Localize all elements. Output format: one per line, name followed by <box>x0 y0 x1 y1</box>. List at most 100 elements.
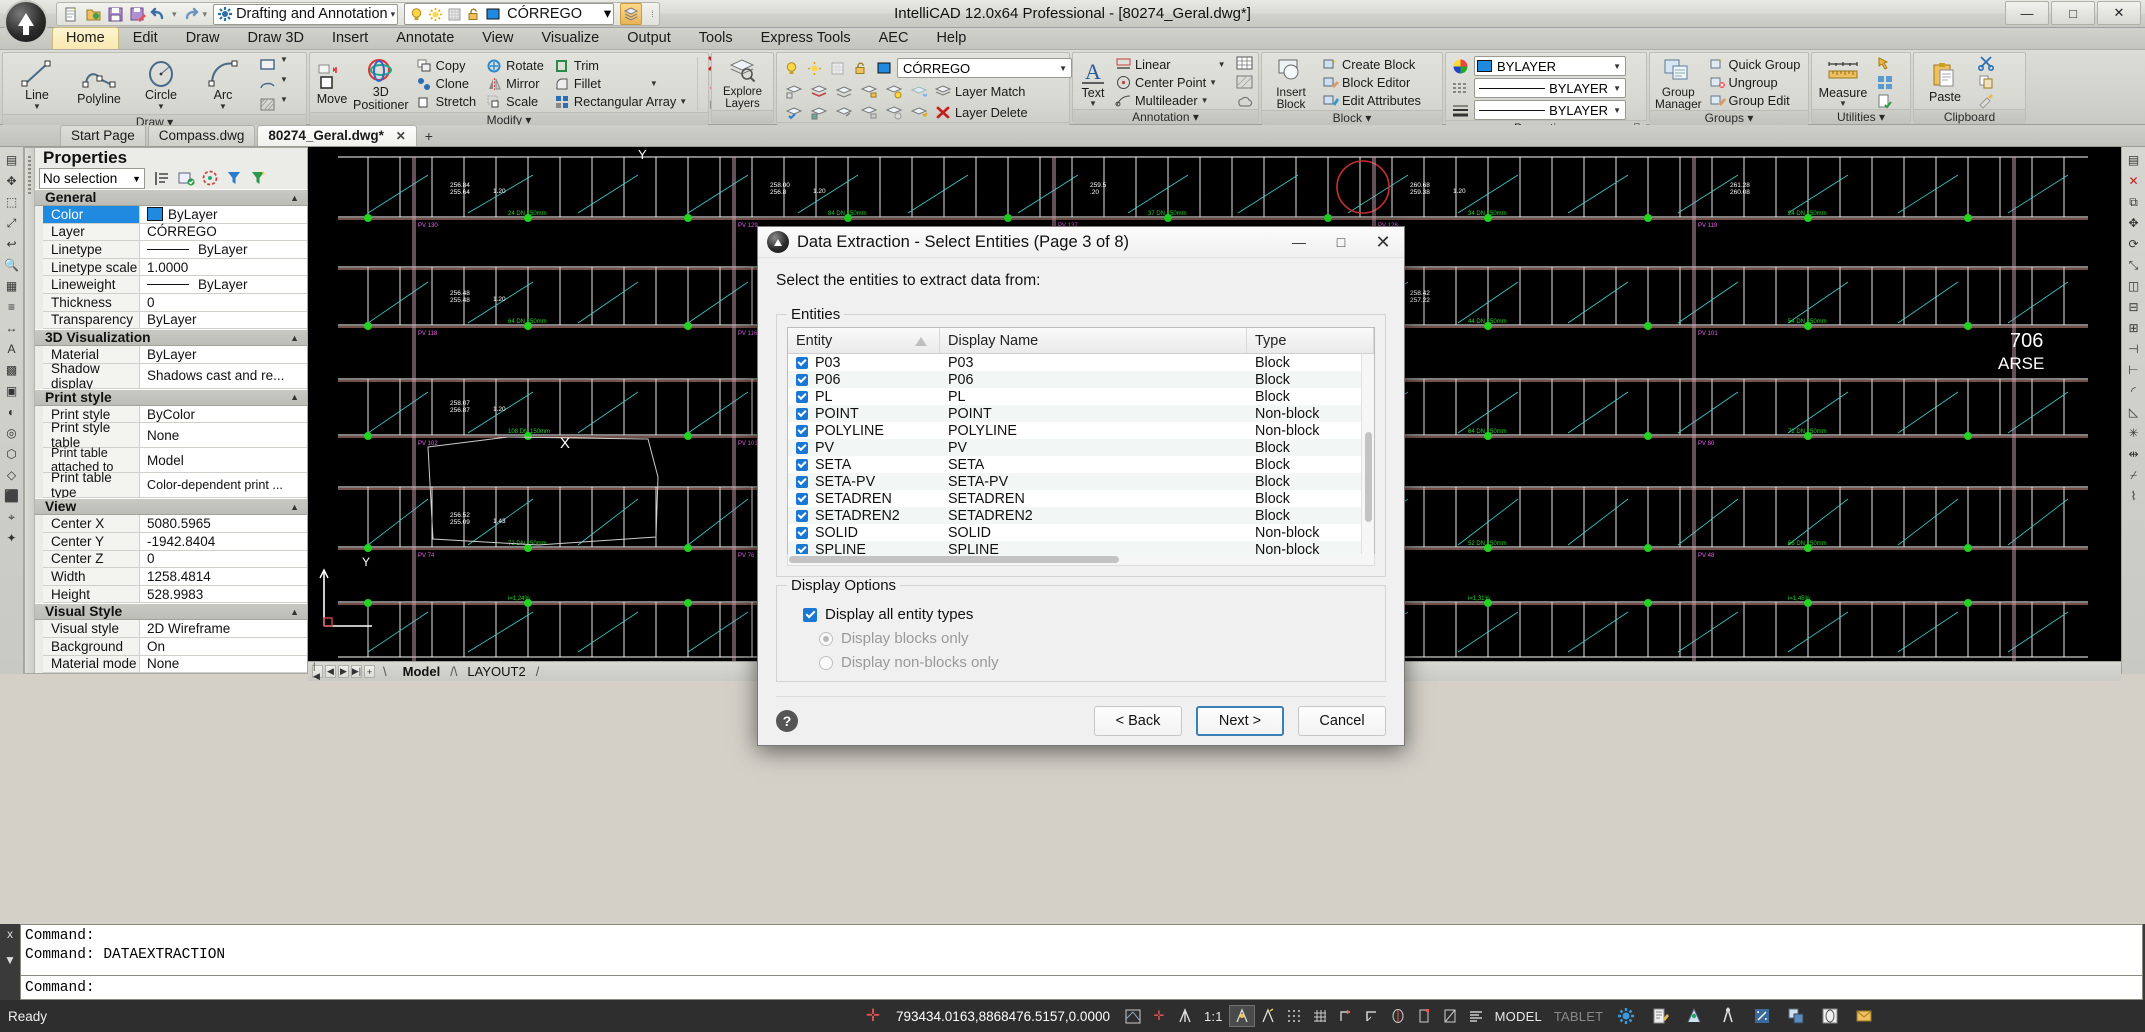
freeze-sun-icon[interactable] <box>426 5 445 24</box>
menu-item-express-tools[interactable]: Express Tools <box>747 28 865 49</box>
panel-title-block[interactable]: Block ▾ <box>1262 110 1442 125</box>
line-button[interactable]: Line ▼ <box>8 58 66 110</box>
express-icon[interactable]: ✦ <box>2 529 21 547</box>
chevron-down-icon[interactable]: ▼ <box>1611 106 1623 115</box>
property-row-transparency[interactable]: Transparency ByLayer <box>43 312 307 330</box>
measure-button[interactable]: Measure ▼ <box>1817 56 1869 108</box>
last-tab-icon[interactable]: ▶| <box>351 665 362 678</box>
properties-panel-icon[interactable]: ▤ <box>2124 151 2143 169</box>
fillet-button[interactable]: Fillet ▼ <box>551 75 690 92</box>
extend-tool-icon[interactable]: ⊢ <box>2124 361 2143 379</box>
scale-readout[interactable]: 1:1 <box>1198 1009 1229 1024</box>
group-manager-button[interactable]: Group Manager <box>1655 55 1702 110</box>
row-checkbox-checked-icon[interactable] <box>796 493 808 505</box>
layer-new-icon[interactable] <box>907 103 930 122</box>
entities-horizontal-scrollbar[interactable] <box>787 554 1375 566</box>
close-icon[interactable]: x <box>7 927 13 941</box>
viewport-maximize-icon[interactable] <box>1745 1005 1779 1027</box>
linear-dimension-button[interactable]: Linear ▼ <box>1112 56 1229 73</box>
property-row-center-y[interactable]: Center Y -1942.8404 <box>43 533 307 551</box>
menu-item-home[interactable]: Home <box>52 27 119 49</box>
lineweight-icon[interactable] <box>1411 1005 1437 1027</box>
redo-dropdown-caret[interactable]: ▾ <box>202 9 209 20</box>
property-value-cell[interactable]: ByLayer <box>140 276 307 293</box>
layer-change-icon[interactable] <box>807 103 830 122</box>
clean-screen-icon[interactable] <box>1813 1005 1847 1027</box>
lineweight-icon[interactable] <box>1451 101 1470 120</box>
open-icon[interactable] <box>83 4 103 24</box>
layer-match-button[interactable]: Layer Match <box>932 83 1028 100</box>
grid-snap-icon[interactable] <box>1281 1005 1307 1027</box>
solids-icon[interactable]: ⬡ <box>2 445 21 463</box>
collapse-icon[interactable]: ▲ <box>290 502 299 512</box>
application-menu-button[interactable] <box>4 0 48 44</box>
chevron-down-icon[interactable]: ▾ <box>391 9 396 20</box>
tab-start-page[interactable]: Start Page <box>60 125 146 146</box>
property-row-center-z[interactable]: Center Z 0 <box>43 551 307 569</box>
property-row-thickness[interactable]: Thickness 0 <box>43 294 307 312</box>
color-wheel-icon[interactable] <box>1451 57 1470 76</box>
copy-clip-icon[interactable] <box>1975 73 1998 91</box>
model-space-toggle[interactable]: MODEL <box>1489 1009 1548 1024</box>
entities-vertical-scrollbar[interactable] <box>1361 354 1374 554</box>
maximize-button[interactable]: □ <box>2051 1 2095 25</box>
table-row[interactable]: PLPLBlock <box>788 388 1374 405</box>
dynamic-ucs-icon[interactable] <box>1359 1005 1385 1027</box>
display-all-entity-types-checkbox[interactable]: Display all entity types <box>803 606 1375 623</box>
quick-select-icon[interactable] <box>1873 54 1896 72</box>
menu-item-aec[interactable]: AEC <box>865 28 923 49</box>
dialog-minimize-button[interactable]: — <box>1278 227 1320 257</box>
color-combo[interactable]: BYLAYER ▼ <box>1474 56 1626 76</box>
lineweight-combo[interactable]: BYLAYER ▼ <box>1474 100 1626 120</box>
snap-icon[interactable]: ✛ <box>1146 1005 1172 1027</box>
save-icon[interactable] <box>105 4 125 24</box>
move-tool-icon[interactable]: ✥ <box>2124 214 2143 232</box>
render-icon[interactable]: ◐ <box>2 403 21 421</box>
email-icon[interactable] <box>1847 1005 1881 1027</box>
hatch-annot-icon[interactable] <box>1233 73 1256 91</box>
revision-cloud-icon[interactable] <box>1233 92 1256 110</box>
table-icon[interactable] <box>1233 54 1256 72</box>
center-point-button[interactable]: Center Point ▼ <box>1112 74 1229 91</box>
property-row-color[interactable]: Color ByLayer <box>43 206 307 224</box>
trim-tool-icon[interactable]: ⊣ <box>2124 340 2143 358</box>
property-value-cell[interactable]: ByLayer <box>140 241 307 258</box>
table-row[interactable]: SETASETABlock <box>788 456 1374 473</box>
grid-icon[interactable] <box>1307 1005 1333 1027</box>
list-icon[interactable] <box>1873 73 1896 91</box>
layer-thaw-icon[interactable] <box>882 103 905 122</box>
chevron-down-icon[interactable]: ▼ <box>1839 100 1847 108</box>
dialog-maximize-button[interactable]: □ <box>1320 227 1362 257</box>
entities-list-view[interactable]: Entity Display Name Type P03P03BlockP06P… <box>787 327 1375 555</box>
hatch-icon[interactable] <box>256 95 279 114</box>
property-row-linetype-scale[interactable]: Linetype scale 1.0000 <box>43 259 307 277</box>
chevron-down-icon[interactable]: ▼ <box>132 174 141 184</box>
mirror-tool-icon[interactable]: ◫ <box>2124 277 2143 295</box>
row-checkbox-checked-icon[interactable] <box>796 357 808 369</box>
osnap-icon[interactable] <box>1172 1005 1198 1027</box>
layout-tab-layout2[interactable]: LAYOUT2 <box>459 664 533 679</box>
menu-item-draw3d[interactable]: Draw 3D <box>234 28 318 49</box>
collapse-icon[interactable]: ▲ <box>290 193 299 203</box>
layer-unisolate-icon[interactable] <box>907 82 930 101</box>
panel-title-groups[interactable]: Groups ▾ <box>1650 110 1808 125</box>
annotation-visibility-toggle-icon[interactable] <box>1711 1005 1745 1027</box>
table-row[interactable]: P03P03Block <box>788 354 1374 371</box>
table-row[interactable]: POINTPOINTNon-block <box>788 405 1374 422</box>
chevron-down-icon[interactable]: ▼ <box>219 103 227 111</box>
menu-item-visualize[interactable]: Visualize <box>527 28 613 49</box>
table-row[interactable]: SPLINESPLINENon-block <box>788 541 1374 554</box>
property-group-print-style[interactable]: Print style▲ <box>35 389 307 406</box>
inquiry-icon[interactable]: ◎ <box>2 424 21 442</box>
quick-group-button[interactable]: Quick Group <box>1706 56 1804 73</box>
lock-icon[interactable] <box>851 59 870 78</box>
chevron-down-icon[interactable]: ▼ <box>280 95 288 114</box>
chevron-down-icon[interactable]: ▼ <box>1611 84 1623 93</box>
scale-tool-icon[interactable]: ⤡ <box>2124 256 2143 274</box>
polyline-button[interactable]: Polyline <box>70 62 128 106</box>
chevron-down-icon[interactable]: ▼ <box>280 75 288 94</box>
property-row-width[interactable]: Width 1258.4814 <box>43 568 307 586</box>
delete-tool-icon[interactable]: ✕ <box>2124 172 2143 190</box>
join-tool-icon[interactable]: ⌇ <box>2124 487 2143 505</box>
fillet-tool-icon[interactable]: ◜ <box>2124 382 2143 400</box>
